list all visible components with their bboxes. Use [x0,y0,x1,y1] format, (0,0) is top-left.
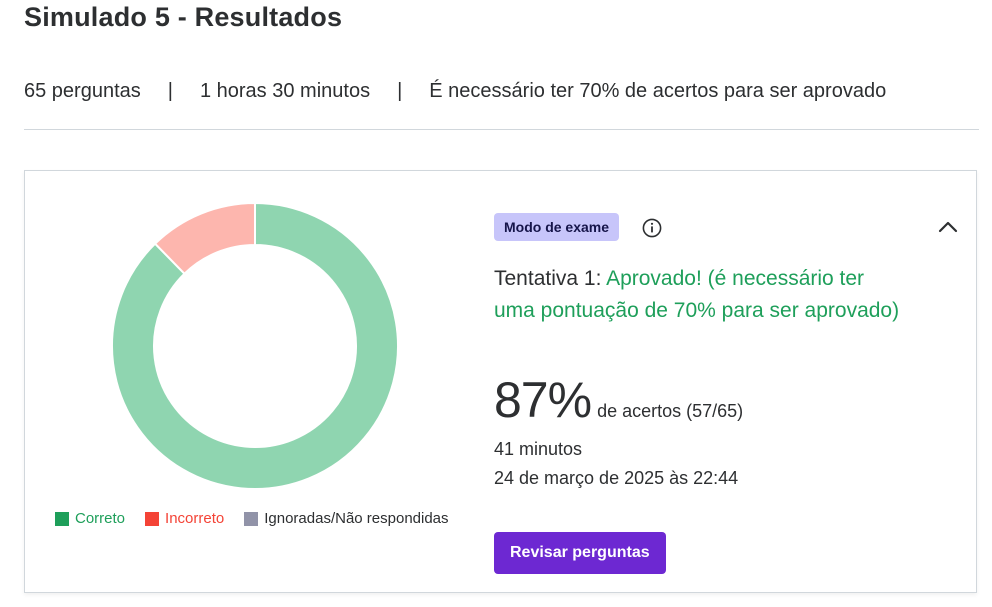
meta-separator: | [397,80,403,102]
result-donut-chart [111,201,399,490]
legend-swatch [244,511,259,526]
exam-duration: 1 horas 30 minutos [199,80,371,102]
legend-swatch [55,511,69,526]
attempt-result: Tentativa 1: Aprovado! (é necessário ter… [494,263,904,327]
exam-meta: 65 perguntas | 1 horas 30 minutos | É ne… [24,80,886,103]
legend-label: Incorreto [165,510,225,527]
page-title: Simulado 5 - Resultados [24,2,343,32]
legend-label: Ignoradas/Não respondidas [264,510,449,527]
info-icon[interactable] [642,218,662,238]
legend-item: Correto [55,510,125,527]
meta-separator: | [167,80,173,102]
legend-item: Ignoradas/Não respondidas [244,510,449,527]
exam-mode-badge: Modo de exame [494,213,620,241]
review-questions-button[interactable]: Revisar perguntas [494,532,666,574]
pass-requirement: É necessário ter 70% de acertos para ser… [429,80,887,102]
question-count: 65 perguntas [24,80,141,102]
time-spent: 41 minutos [494,439,583,459]
result-card: Correto Incorreto Ignoradas/Não respondida… [24,170,977,593]
legend-label: Correto [75,510,126,527]
header-divider [24,129,979,130]
chart-legend: Correto Incorreto Ignoradas/Não respondida… [55,510,469,527]
score-label: de acertos (57/65) [597,401,744,421]
attempt-label: Tentativa 1: [494,267,607,290]
attempt-date: 24 de março de 2025 às 22:44 [494,468,739,488]
score: 87% de acertos (57/65) [494,371,743,429]
score-percent: 87% [494,372,592,428]
legend-item: Incorreto [145,510,224,527]
legend-swatch [145,511,160,526]
chevron-up-icon[interactable] [937,219,959,235]
